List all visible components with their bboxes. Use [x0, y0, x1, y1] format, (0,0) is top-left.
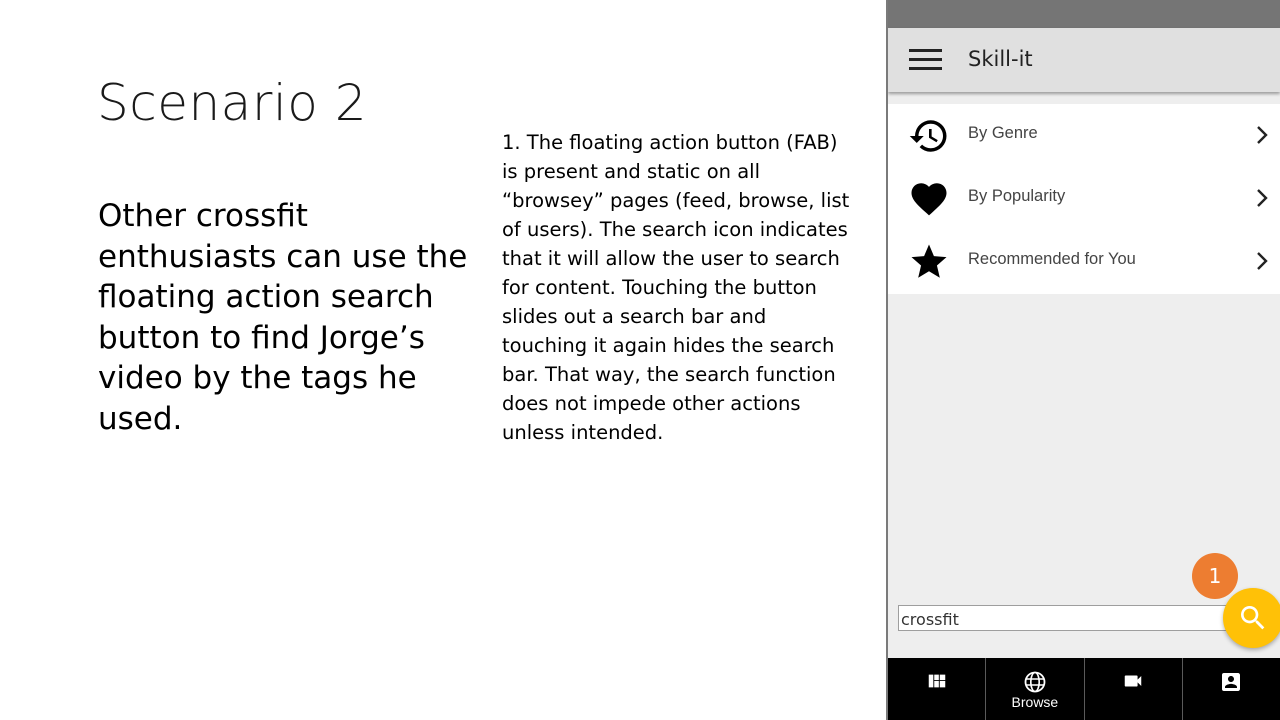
- nav-label: Browse: [1011, 694, 1059, 710]
- menu-item-recommended[interactable]: Recommended for You: [888, 230, 1280, 293]
- menu-item-label: By Genre: [968, 124, 1038, 142]
- slide-notes-text: 1. The floating action button (FAB) is p…: [502, 131, 850, 444]
- menu-item-by-popularity[interactable]: By Popularity: [888, 167, 1280, 230]
- nav-item-profile[interactable]: [1183, 658, 1280, 720]
- video-camera-icon: [1124, 675, 1142, 687]
- menu-item-label: By Popularity: [968, 187, 1066, 205]
- phone-mockup: Skill-it By Genre By Popularity Recommen…: [886, 0, 1280, 720]
- slide-title: Scenario 2: [97, 74, 368, 132]
- app-bar: Skill-it: [888, 28, 1280, 92]
- history-icon: [909, 120, 947, 152]
- chevron-right-icon: [1257, 252, 1268, 270]
- menu-item-label: Recommended for You: [968, 250, 1136, 268]
- account-box-icon: [1222, 673, 1241, 691]
- heart-icon: [911, 183, 947, 216]
- star-icon: [911, 244, 947, 278]
- status-bar: [888, 0, 1280, 28]
- slide-body-text: Other crossfit enthusiasts can use the f…: [98, 198, 468, 437]
- menu-item-by-genre[interactable]: By Genre: [888, 104, 1280, 167]
- callout-number-badge: 1: [1192, 553, 1238, 599]
- globe-icon: [1024, 671, 1046, 693]
- nav-item-feed[interactable]: [888, 658, 987, 720]
- chevron-right-icon: [1257, 126, 1268, 144]
- app-title: Skill-it: [968, 47, 1033, 71]
- search-fab-button[interactable]: [1223, 588, 1280, 648]
- browse-menu-list: By Genre By Popularity Recommended for Y…: [888, 104, 1280, 294]
- hamburger-menu-icon[interactable]: [909, 49, 942, 71]
- search-icon: [1241, 606, 1265, 630]
- bottom-navigation: Browse: [888, 658, 1280, 720]
- nav-item-browse[interactable]: Browse: [986, 658, 1085, 720]
- chevron-right-icon: [1257, 189, 1268, 207]
- search-input[interactable]: [898, 605, 1232, 631]
- dashboard-icon: [928, 674, 945, 688]
- nav-item-video[interactable]: [1085, 658, 1183, 720]
